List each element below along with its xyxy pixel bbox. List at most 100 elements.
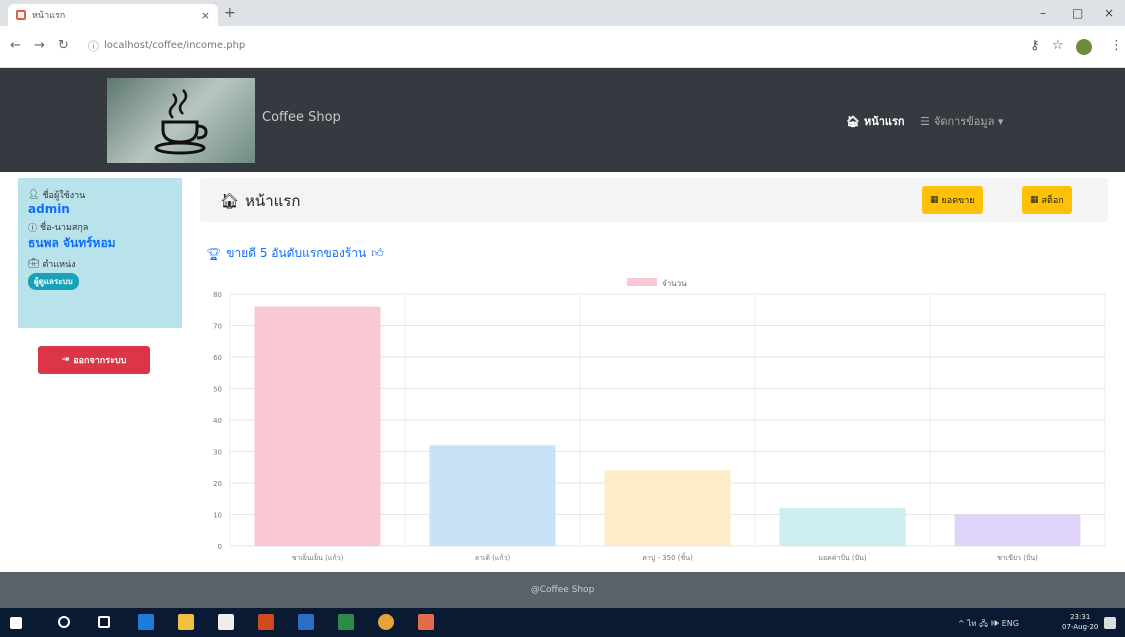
y-tick-label: 10 <box>213 512 222 520</box>
page-title: 🏠︎ หน้าแรก <box>220 189 300 213</box>
x-tick-label: มอคค่าปั่น (ปั่น) <box>818 553 867 562</box>
new-tab-button[interactable]: + <box>224 5 236 21</box>
sidebar: 👤︎ ชื่อผู้ใช้งาน admin ⓘ ชื่อ-นามสกุล ธน… <box>18 178 182 390</box>
y-tick-label: 80 <box>213 291 222 299</box>
url-field[interactable]: localhost/coffee/income.php <box>104 40 245 51</box>
role-label: ตำแหน่ง <box>42 260 76 270</box>
role-label-row: 💼︎ ตำแหน่ง <box>28 257 172 271</box>
nav-manage-label: จัดการข้อมูล ▾ <box>933 115 1004 128</box>
trophy-icon: 🏆︎ <box>206 246 222 261</box>
bar <box>954 514 1081 546</box>
x-tick-label: ชาเขียว (ปั่น) <box>997 553 1038 562</box>
tab-close-icon[interactable]: × <box>201 9 210 22</box>
fullname-value: ธนพล จันทร์หอม <box>28 236 116 250</box>
windows-start-icon[interactable] <box>10 617 22 629</box>
nav-manage-dropdown[interactable]: ☰ จัดการข้อมูล ▾ <box>920 112 1003 130</box>
y-tick-label: 20 <box>213 480 222 488</box>
x-tick-label: คาปู - 350 (ชิ้น) <box>642 551 693 562</box>
tab-title: หน้าแรก <box>32 11 66 21</box>
briefcase-icon: 💼︎ <box>28 259 40 269</box>
info-icon[interactable]: ⓘ <box>88 38 99 54</box>
bar <box>779 508 906 546</box>
fullname-label: ชื่อ-นามสกุล <box>40 223 89 233</box>
username-value: admin <box>28 202 70 216</box>
sign-out-icon: ⇥ <box>61 355 70 365</box>
top-sellers-text: ขายดี 5 อันดับแรกของร้าน <box>226 246 367 260</box>
app-icon[interactable] <box>258 614 274 630</box>
file-explorer-icon[interactable] <box>178 614 194 630</box>
word-icon[interactable] <box>298 614 314 630</box>
notification-icon[interactable] <box>1104 617 1116 629</box>
home-icon: 🏠︎ <box>220 192 240 210</box>
windows-taskbar: ^ ไท 🖧 🕪 ENG 23:31 07-Aug-20 <box>0 608 1125 637</box>
site-footer: @Coffee Shop <box>0 572 1125 608</box>
stock-button-label: สต็อก <box>1041 196 1064 206</box>
y-tick-label: 60 <box>213 354 222 362</box>
y-tick-label: 40 <box>213 417 222 425</box>
clock-date: 07-Aug-20 <box>1062 623 1099 631</box>
menu-icon[interactable]: ⋮ <box>1110 38 1123 53</box>
x-tick-label: ลาเต้ (แก้ว) <box>475 554 511 562</box>
browser-tab-bar: หน้าแรก × + – □ × <box>0 0 1125 26</box>
task-view-icon[interactable] <box>98 616 110 628</box>
maximize-button[interactable]: □ <box>1072 6 1083 20</box>
bar <box>429 445 556 546</box>
page-title-text: หน้าแรก <box>245 192 301 210</box>
y-tick-label: 50 <box>213 386 222 394</box>
profile-avatar-icon[interactable] <box>1076 39 1092 55</box>
back-icon[interactable]: ← <box>10 38 21 53</box>
y-tick-label: 0 <box>218 543 222 551</box>
stock-button[interactable]: ▦ สต็อก <box>1022 186 1072 214</box>
calendar-icon: ▦ <box>930 195 939 205</box>
browser-tab[interactable]: หน้าแรก × <box>8 4 218 26</box>
legend-label: จำนวน <box>662 279 687 288</box>
footer-text: @Coffee Shop <box>530 585 595 595</box>
brand-name[interactable]: Coffee Shop <box>262 110 341 125</box>
bookmark-star-icon[interactable]: ☆ <box>1052 38 1064 53</box>
user-icon: 👤︎ <box>28 190 40 200</box>
address-bar-row: ← → ↻ ⓘ localhost/coffee/income.php ⚷ ☆ … <box>0 26 1125 68</box>
thumbs-up-icon: 👍︎ <box>371 246 384 260</box>
xampp-icon[interactable] <box>418 614 434 630</box>
system-tray[interactable]: ^ ไท 🖧 🕪 ENG <box>958 617 1019 632</box>
y-tick-label: 70 <box>213 323 222 331</box>
nav-home-label: หน้าแรก <box>863 115 905 128</box>
coffee-cup-icon <box>154 88 208 154</box>
legend-swatch <box>627 278 657 286</box>
forward-icon[interactable]: → <box>34 38 45 53</box>
top-sellers-bar-chart: จำนวน 0 10 20 30 40 50 60 70 80 ชาเย็นเย็น (แก้ว) ล… <box>213 278 1106 562</box>
key-icon[interactable]: ⚷ <box>1030 38 1040 53</box>
list-icon: ☰ <box>920 114 930 128</box>
favicon-icon <box>16 10 26 20</box>
nav-home-link[interactable]: 🏠︎ หน้าแรก <box>846 112 905 130</box>
edge-icon[interactable] <box>138 614 154 630</box>
y-tick-label: 30 <box>213 449 222 457</box>
reload-icon[interactable]: ↻ <box>58 38 69 53</box>
clock[interactable]: 23:31 07-Aug-20 <box>1062 612 1098 632</box>
clock-time: 23:31 <box>1070 613 1091 621</box>
username-label: ชื่อผู้ใช้งาน <box>42 191 86 201</box>
x-tick-label: ชาเย็นเย็น (แก้ว) <box>292 553 344 562</box>
top-sellers-title: 🏆︎ ขายดี 5 อันดับแรกของร้าน 👍︎ <box>206 244 384 263</box>
sales-report-button[interactable]: ▦ ยอดขาย <box>922 186 983 214</box>
search-icon[interactable] <box>58 616 70 628</box>
page-header: 🏠︎ หน้าแรก ▦ ยอดขาย ▦ สต็อก <box>200 178 1108 222</box>
site-navbar: Coffee Shop 🏠︎ หน้าแรก ☰ จัดการข้อมูล ▾ <box>0 68 1125 172</box>
profile-card: 👤︎ ชื่อผู้ใช้งาน admin ⓘ ชื่อ-นามสกุล ธน… <box>18 178 182 328</box>
calendar-icon: ▦ <box>1030 195 1039 205</box>
logout-button[interactable]: ⇥ ออกจากระบบ <box>38 346 150 374</box>
username-label-row: 👤︎ ชื่อผู้ใช้งาน <box>28 188 172 202</box>
coffee-logo[interactable] <box>107 78 255 163</box>
sales-button-label: ยอดขาย <box>941 196 975 206</box>
chrome-icon[interactable] <box>378 614 394 630</box>
minimize-button[interactable]: – <box>1040 6 1046 20</box>
bar <box>604 470 731 546</box>
logout-label: ออกจากระบบ <box>73 356 127 366</box>
window-close-button[interactable]: × <box>1104 6 1114 20</box>
fullname-label-row: ⓘ ชื่อ-นามสกุล <box>28 220 172 234</box>
role-badge: ผู้ดูแลระบบ <box>28 273 79 290</box>
bar <box>254 306 381 546</box>
info-circle-icon: ⓘ <box>28 223 38 234</box>
excel-icon[interactable] <box>338 614 354 630</box>
store-icon[interactable] <box>218 614 234 630</box>
